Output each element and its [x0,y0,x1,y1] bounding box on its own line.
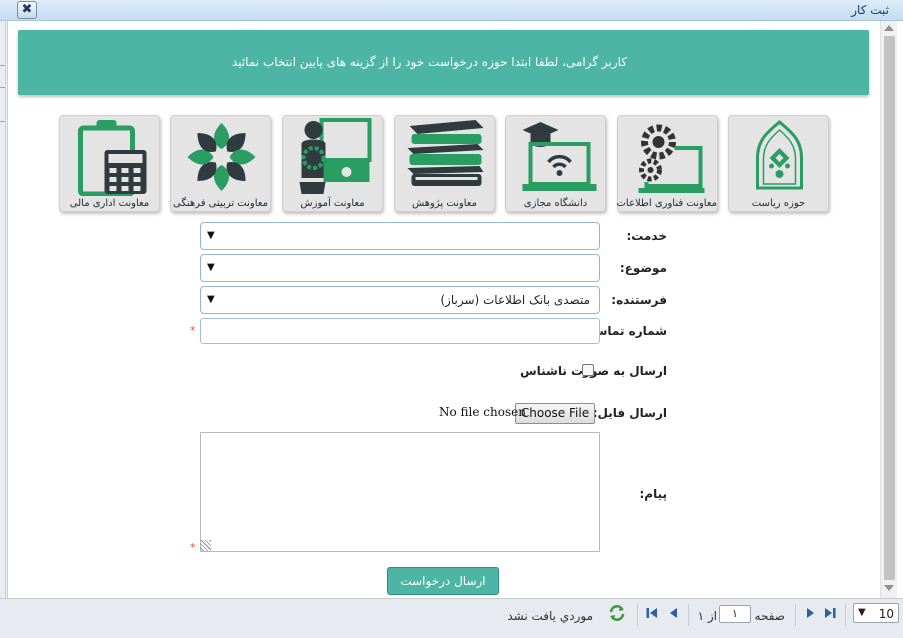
tile-label: معاونت تربیتی فرهنگی [173,198,268,209]
tile-label: معاونت فناوری اطلاعات [616,198,717,209]
vertical-scrollbar[interactable] [880,21,897,598]
tile-label: حوزه ریاست [751,198,806,209]
subject-select[interactable]: ▼ [200,254,600,282]
edge-tick [0,65,5,66]
divider [845,604,846,626]
education-gears-icon [299,118,372,194]
submit-request-button[interactable]: ارسال درخواست [387,567,499,595]
sender-label: فرستنده: [611,293,667,307]
service-label: خدمت: [626,229,667,243]
tile-it-deputy[interactable]: معاونت فناوری اطلاعات [617,115,718,212]
message-textarea[interactable] [200,432,600,552]
graduation-laptop-icon [522,122,597,191]
close-button[interactable]: ✖ [17,1,37,19]
scroll-down-arrow-icon[interactable] [884,585,894,591]
scroll-up-arrow-icon[interactable] [884,25,894,31]
page-size-value: 10 [878,607,894,621]
sender-select[interactable]: ▼ متصدی بانک اطلاعات (سرباز) [200,286,600,314]
chevron-down-icon: ▼ [858,607,866,618]
islamic-ornament-icon [187,123,256,191]
divider [637,604,638,626]
page-count: از ۱ [697,609,717,623]
tile-research-deputy[interactable]: معاونت پژوهش [394,115,495,212]
tile-label: معاونت آموزش [300,198,365,209]
last-page-icon[interactable] [823,606,837,620]
scroll-thumb[interactable] [884,36,895,580]
page-number-input[interactable]: ۱ [719,605,751,623]
first-page-icon[interactable] [645,606,659,620]
chevron-down-icon: ▼ [207,230,215,241]
phone-input[interactable] [200,318,600,344]
divider [795,604,796,626]
edge-tick [0,87,5,88]
required-mark: * [190,541,196,554]
info-banner-text: کاربر گرامی، لطفا ابتدا حوزه درخواست خود… [231,55,627,69]
pager-bar: ▼ 10 صفحه ۱ از ۱ موردي يافت نشد [0,598,903,638]
background-page-edge [0,21,6,598]
page-size-select[interactable]: ▼ 10 [853,603,899,623]
subject-label: موضوع: [619,261,667,275]
tile-label: دانشگاه مجازی [523,198,588,209]
tile-finance-deputy[interactable]: معاونت اداری مالی [59,115,160,212]
refresh-icon[interactable] [608,604,626,622]
choose-file-button[interactable]: Choose File [515,403,595,424]
tile-label: معاونت اداری مالی [69,198,150,209]
page-label: صفحه [754,609,785,623]
info-banner: کاربر گرامی، لطفا ابتدا حوزه درخواست خود… [18,30,869,95]
file-status: No file chosen [439,405,526,419]
previous-page-icon[interactable] [667,606,681,620]
books-stack-icon [407,120,484,186]
window-titlebar: ✖ ثبت کار [0,0,903,21]
service-select[interactable]: ▼ [200,222,600,250]
tile-cultural-deputy[interactable]: معاونت تربیتی فرهنگی [170,115,271,212]
file-label: ارسال فایل: [592,406,667,420]
anonymous-checkbox[interactable] [582,364,594,376]
required-mark: * [190,324,196,337]
tile-virtual-university[interactable]: دانشگاه مجازی [505,115,606,212]
gears-monitor-icon [638,124,705,193]
message-label: پیام: [639,487,667,501]
calculator-clipboard-icon [78,120,147,196]
next-page-icon[interactable] [803,606,817,620]
tile-education-deputy[interactable]: معاونت آموزش [282,115,383,212]
pager-status: موردي يافت نشد [507,609,593,623]
edge-tick [0,121,5,122]
tile-presidency[interactable]: حوزه ریاست [728,115,829,212]
divider [688,604,689,626]
chevron-down-icon: ▼ [207,294,215,305]
tile-label: معاونت پژوهش [412,198,477,209]
sender-value: متصدی بانک اطلاعات (سرباز) [440,293,590,307]
mosque-emblem-icon [756,120,803,190]
chevron-down-icon: ▼ [207,262,215,273]
window-title: ثبت کار [851,3,889,17]
resize-grip-icon[interactable] [200,540,211,551]
